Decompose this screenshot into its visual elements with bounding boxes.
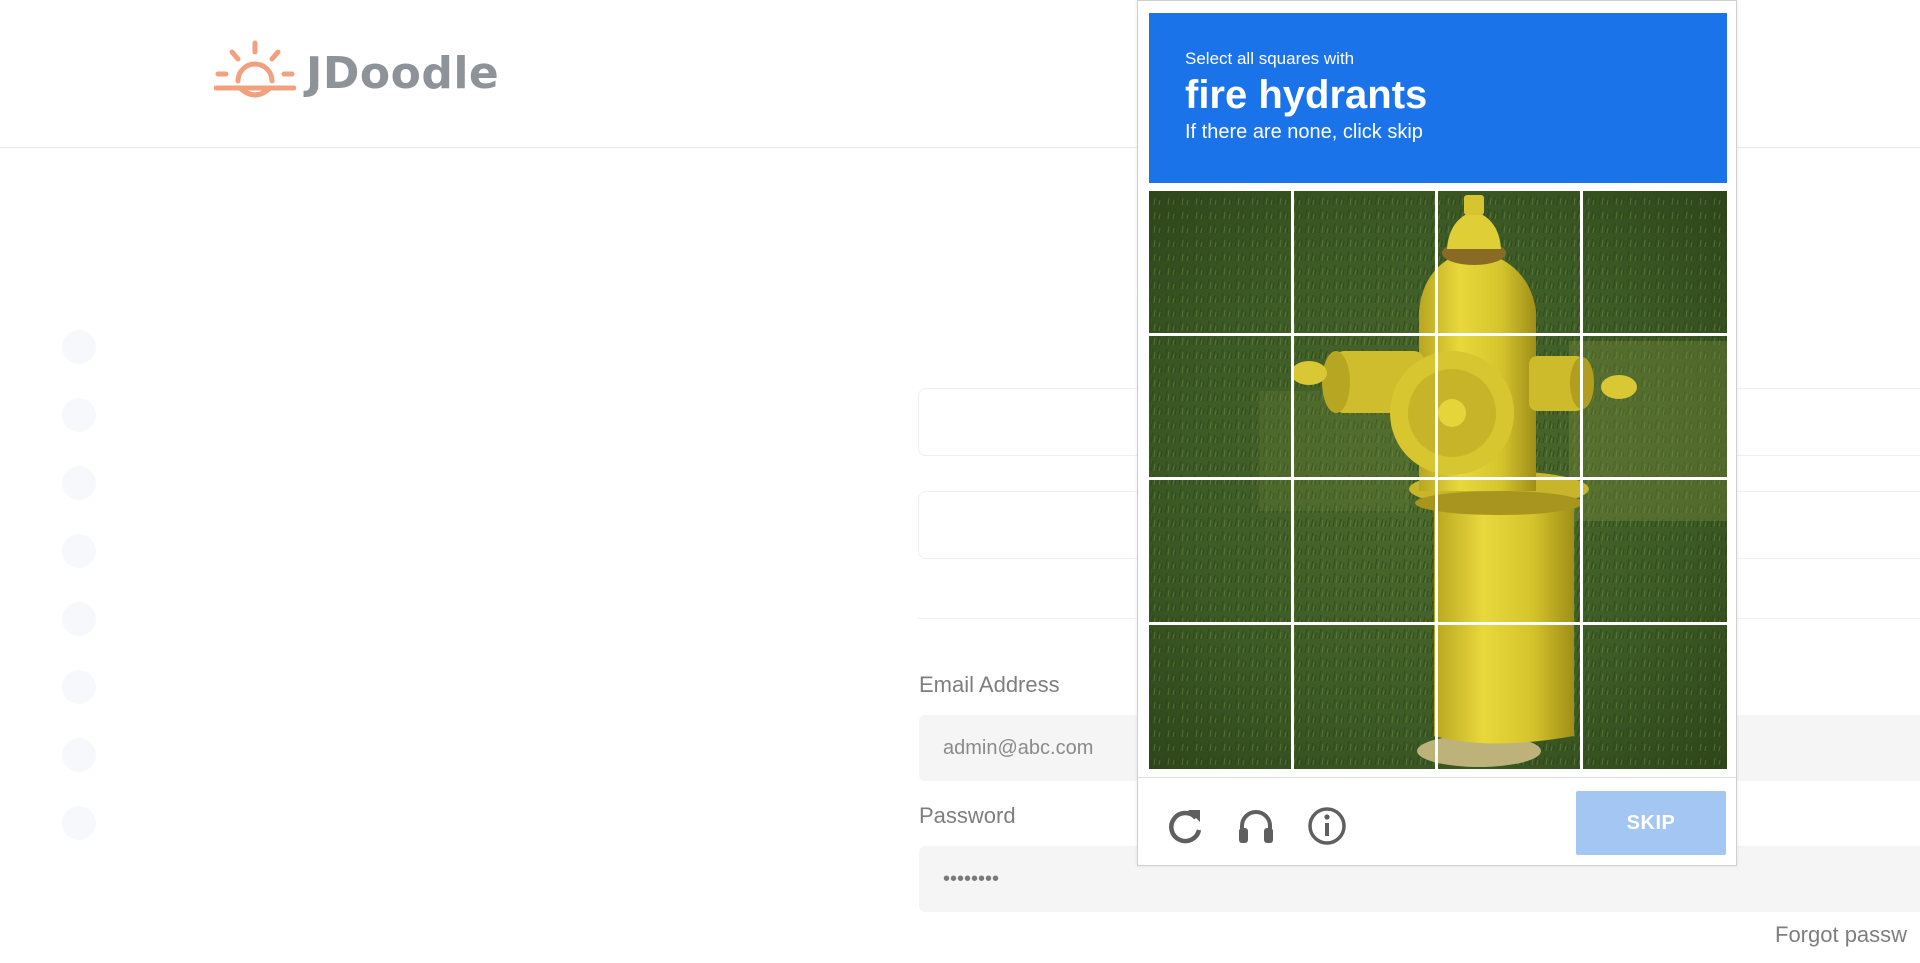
audio-challenge-icon[interactable] xyxy=(1236,806,1276,846)
challenge-header: Select all squares with fire hydrants If… xyxy=(1149,13,1727,183)
jdoodle-logo[interactable]: JDoodle xyxy=(214,40,499,106)
grid-tile[interactable] xyxy=(1149,480,1294,625)
recaptcha-challenge: Select all squares with fire hydrants If… xyxy=(1137,0,1737,866)
challenge-target: fire hydrants xyxy=(1185,73,1428,117)
grid-tile[interactable] xyxy=(1582,336,1727,480)
faded-sidebar xyxy=(58,330,100,950)
email-label: Email Address xyxy=(919,672,1060,697)
grid-tile[interactable] xyxy=(1293,480,1438,625)
forgot-password-link[interactable]: Forgot passw xyxy=(1775,922,1907,948)
skip-button[interactable]: SKIP xyxy=(1576,791,1726,855)
info-icon[interactable] xyxy=(1307,806,1347,846)
grid-tile[interactable] xyxy=(1293,191,1438,336)
grid-tile[interactable] xyxy=(1438,480,1583,625)
grid-tile[interactable] xyxy=(1149,335,1294,480)
grid-tile[interactable] xyxy=(1293,335,1438,480)
brand-name: JDoodle xyxy=(306,47,500,99)
grid-tile[interactable] xyxy=(1438,624,1583,769)
reload-icon[interactable] xyxy=(1165,806,1205,846)
grid-tile[interactable] xyxy=(1582,191,1727,336)
grid-tile[interactable] xyxy=(1149,191,1294,336)
challenge-footer: SKIP xyxy=(1138,777,1736,867)
grid-tile[interactable] xyxy=(1582,480,1727,625)
sun-logo-icon xyxy=(214,40,296,98)
grid-tile[interactable] xyxy=(1438,191,1583,336)
password-label: Password xyxy=(919,803,1016,828)
grid-tile[interactable] xyxy=(1294,624,1438,769)
grid-tile[interactable] xyxy=(1583,625,1728,770)
challenge-image-grid xyxy=(1149,191,1727,769)
grid-tile[interactable] xyxy=(1149,624,1294,769)
challenge-instruction: Select all squares with xyxy=(1185,49,1355,68)
tile-grid xyxy=(1149,191,1727,769)
challenge-hint: If there are none, click skip xyxy=(1185,121,1423,143)
grid-tile[interactable] xyxy=(1438,335,1583,480)
